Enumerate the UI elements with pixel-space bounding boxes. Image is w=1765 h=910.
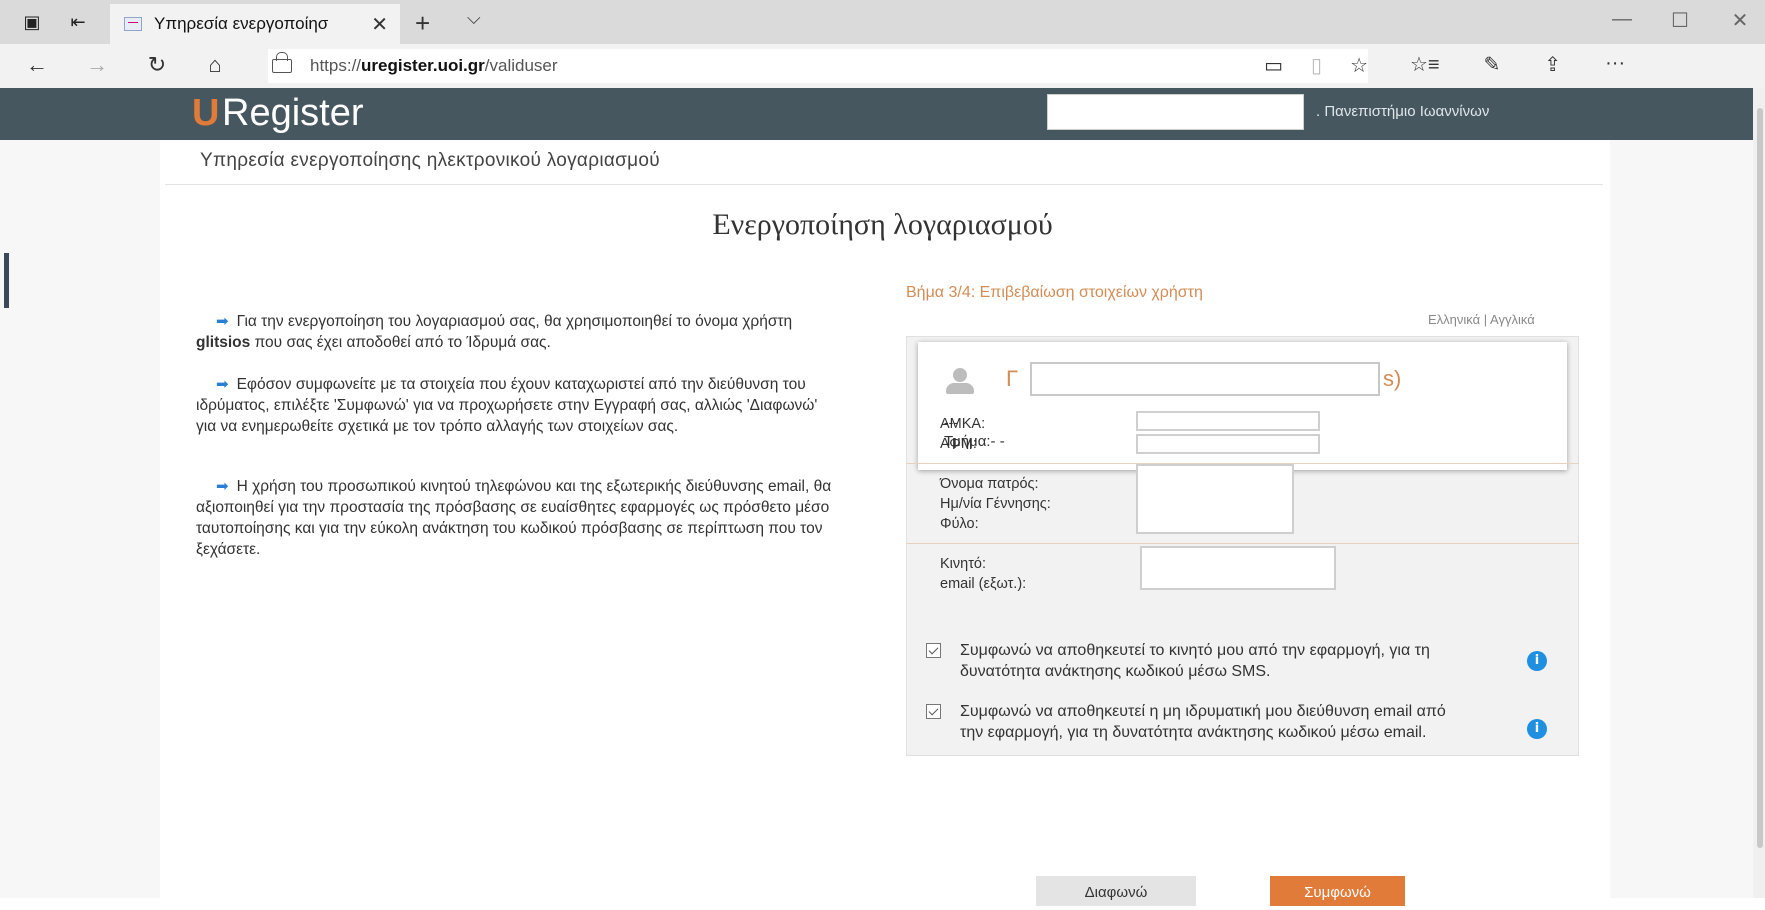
browser-tab[interactable]: Υπηρεσία ενεργοποίησ ✕: [110, 4, 400, 44]
scrollbar[interactable]: [1753, 88, 1765, 898]
window-close-button[interactable]: ✕: [1720, 8, 1760, 33]
arrow-right-icon: ➡: [216, 313, 229, 330]
language-switch[interactable]: Ελληνικά | Αγγλικά: [1428, 312, 1535, 327]
amka-label: ΑΜΚΑ:: [940, 416, 986, 432]
favicon-icon: [124, 17, 142, 31]
more-icon[interactable]: ···: [1605, 52, 1625, 77]
refresh-icon[interactable]: ↻: [142, 52, 172, 78]
father-name-label: Όνομα πατρός:: [940, 476, 1039, 492]
personal-info-redacted: [1136, 464, 1294, 534]
logo-text[interactable]: Register: [222, 92, 364, 135]
web-page: U Register . Πανεπιστήμιο Ιωαννίνων Υπηρ…: [0, 88, 1765, 906]
service-title: Υπηρεσία ενεργοποίησης ηλεκτρονικού λογα…: [200, 150, 660, 171]
logo-u[interactable]: U: [192, 92, 219, 135]
info-icon[interactable]: i: [1527, 651, 1547, 671]
lock-icon: [272, 52, 292, 73]
user-name-redacted: [1030, 362, 1380, 396]
university-name: . Πανεπιστήμιο Ιωαννίνων: [1316, 103, 1490, 120]
window-minimize-button[interactable]: —: [1602, 8, 1642, 31]
browser-nav-bar: ← → ↻ ⌂ https://uregister.uoi.gr/validus…: [0, 44, 1765, 88]
home-icon[interactable]: ⌂: [200, 52, 230, 78]
info-paragraph-mobile-email: ➡ Η χρήση του προσωπικού κινητού τηλεφώνο…: [196, 478, 832, 558]
divider: [165, 184, 1603, 185]
consent-sms: Συμφωνώ να αποθηκευτεί το κινητό μου από…: [926, 640, 1466, 682]
step-indicator: Βήμα 3/4: Επιβεβαίωση στοιχείων χρήστη: [906, 284, 1203, 301]
agree-button[interactable]: Συμφωνώ: [1270, 876, 1405, 906]
scrollbar-thumb[interactable]: [1757, 108, 1763, 848]
tab-title: Υπηρεσία ενεργοποίησ: [154, 14, 329, 33]
share-icon[interactable]: ⇪: [1544, 52, 1561, 77]
info-paragraph-username: ➡ Για την ενεργοποίηση του λογαριασμού σα…: [196, 313, 793, 351]
user-name-suffix: s): [1383, 366, 1402, 391]
gender-label: Φύλο:: [940, 516, 979, 532]
reading-view-icon[interactable]: ▭: [1264, 53, 1283, 78]
info-paragraph-agree: ➡ Εφόσον συμφωνείτε με τα στοιχεία που έχ…: [196, 376, 818, 435]
info-icon[interactable]: i: [1527, 719, 1547, 739]
disagree-button[interactable]: Διαφωνώ: [1036, 876, 1196, 906]
back-icon[interactable]: ←: [22, 52, 52, 78]
book-icon[interactable]: ▯: [1311, 53, 1322, 78]
amka-redacted: [1136, 411, 1320, 431]
mobile-label: Κινητό:: [940, 556, 987, 572]
left-edge-marker: [4, 253, 9, 308]
afm-label: ΑΦΜ:: [940, 436, 977, 452]
user-name-initial: Γ: [1006, 366, 1019, 391]
consent-email: Συμφωνώ να αποθηκευτεί η μη ιδρυματική μ…: [926, 701, 1466, 743]
user-avatar-icon: [946, 368, 974, 394]
favorite-star-icon[interactable]: ☆: [1350, 53, 1368, 78]
forward-icon[interactable]: →: [82, 52, 112, 78]
username-redacted-box: [1047, 94, 1304, 130]
favorites-list-icon[interactable]: ☆≡: [1410, 52, 1440, 77]
arrow-right-icon: ➡: [216, 376, 229, 393]
tabs-aside-icon[interactable]: ⇤: [66, 10, 90, 34]
new-tab-button[interactable]: +: [415, 8, 430, 39]
window-maximize-button[interactable]: ☐: [1660, 8, 1700, 33]
browser-tab-bar: ▣ ⇤ Υπηρεσία ενεργοποίησ ✕ + ⌵ — ☐ ✕: [0, 0, 1765, 44]
panel-separator: [906, 543, 1579, 544]
page-title: Ενεργοποίηση λογαριασμού: [712, 208, 1053, 241]
username-value: glitsios: [196, 334, 251, 351]
tab-actions-icon[interactable]: ▣: [20, 10, 44, 34]
url-text: https://uregister.uoi.gr/validuser: [310, 56, 558, 75]
address-bar[interactable]: https://uregister.uoi.gr/validuser ▭ ▯ ☆: [268, 49, 1368, 83]
consent-email-checkbox[interactable]: [926, 704, 941, 719]
notes-pen-icon[interactable]: ✎: [1484, 52, 1501, 77]
tab-menu-chevron-icon[interactable]: ⌵: [467, 8, 481, 29]
arrow-right-icon: ➡: [216, 478, 229, 495]
email-label: email (εξωτ.):: [940, 576, 1027, 592]
consent-sms-checkbox[interactable]: [926, 643, 941, 658]
brand-header: U Register . Πανεπιστήμιο Ιωαννίνων: [0, 88, 1765, 140]
afm-redacted: [1136, 434, 1320, 454]
birth-date-label: Ημ/νία Γέννησης:: [940, 496, 1051, 512]
contact-info-redacted: [1140, 546, 1336, 590]
tab-close-icon[interactable]: ✕: [371, 12, 388, 37]
